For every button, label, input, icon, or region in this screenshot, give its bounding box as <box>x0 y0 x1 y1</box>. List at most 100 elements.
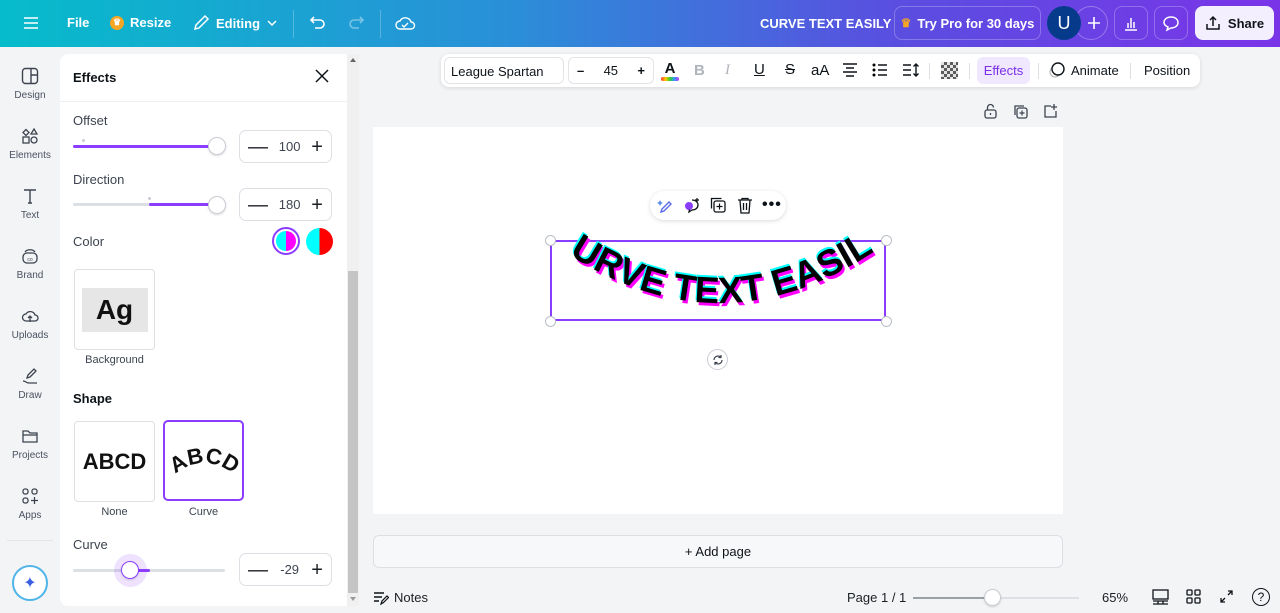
grid-view-button[interactable] <box>1186 589 1201 609</box>
rotate-handle[interactable] <box>707 349 728 370</box>
page-indicator[interactable]: Page 1 / 1 <box>847 590 906 605</box>
notes-button[interactable]: Notes <box>373 590 428 605</box>
curve-value-input[interactable]: -29 <box>280 562 299 577</box>
underline-button[interactable]: U <box>754 61 765 78</box>
offset-slider-knob[interactable] <box>208 137 226 155</box>
text-icon <box>24 189 36 204</box>
offset-slider-track[interactable] <box>73 145 218 148</box>
avatar[interactable]: U <box>1047 6 1081 40</box>
scroll-down-arrow[interactable] <box>350 597 356 601</box>
comments-button[interactable] <box>1154 6 1188 40</box>
italic-button[interactable]: I <box>725 62 730 79</box>
top-bar: File ♛ Resize Editing CURVE TEXT EASILY … <box>0 0 1280 47</box>
rainbow-bar <box>661 77 679 81</box>
rail-item-apps[interactable]: Apps <box>0 487 60 521</box>
rail-item-draw[interactable]: Draw <box>0 367 60 401</box>
offset-increment-button[interactable]: + <box>311 137 323 157</box>
divider <box>7 540 53 541</box>
strikethrough-button[interactable]: S <box>785 61 795 78</box>
magic-assistant-button[interactable]: ✦ <box>12 565 48 601</box>
direction-slider-knob[interactable] <box>208 196 226 214</box>
color-swatch-cyan-red[interactable] <box>306 228 333 255</box>
comment-add-button[interactable] <box>683 197 701 220</box>
resize-handle-bottom-right[interactable] <box>881 316 892 327</box>
rail-item-brand[interactable]: co Brand <box>0 247 60 281</box>
text-selection-box[interactable] <box>550 240 886 321</box>
letter-case-button[interactable]: aA <box>811 62 829 79</box>
shape-curve-tile[interactable]: ABCD <box>163 420 244 501</box>
direction-decrement-button[interactable]: — <box>248 195 268 215</box>
close-panel-button[interactable] <box>314 68 332 86</box>
sparkle-icon: ✦ <box>23 575 37 592</box>
alignment-button[interactable] <box>842 63 858 80</box>
rail-item-elements[interactable]: Elements <box>0 127 60 161</box>
share-button[interactable]: Share <box>1195 6 1274 40</box>
offset-decrement-button[interactable]: — <box>248 137 268 157</box>
file-menu[interactable]: File <box>67 15 89 30</box>
color-swatch-cyan-magenta[interactable] <box>272 227 300 255</box>
list-button[interactable] <box>872 63 888 80</box>
spacing-button[interactable] <box>902 63 920 80</box>
unlock-icon <box>984 103 997 119</box>
apps-icon <box>22 488 38 504</box>
shape-none-tile[interactable]: ABCD <box>74 421 155 502</box>
transparency-button[interactable] <box>941 62 958 79</box>
font-size-input[interactable]: 45 <box>604 63 618 78</box>
scrollbar-thumb[interactable] <box>348 271 358 593</box>
close-icon <box>315 69 329 83</box>
delete-element-button[interactable] <box>737 197 753 219</box>
rail-item-design[interactable]: Design <box>0 67 60 101</box>
background-effect-tile[interactable]: Ag <box>74 269 155 350</box>
zoom-slider-fill <box>913 597 991 599</box>
offset-stepper: — 100 + <box>239 130 332 163</box>
zoom-level[interactable]: 65% <box>1102 590 1128 605</box>
add-page-button[interactable]: + Add page <box>373 535 1063 568</box>
font-size-decrease-button[interactable]: – <box>577 63 584 78</box>
more-options-button[interactable]: ••• <box>762 196 782 214</box>
bold-button[interactable]: B <box>694 62 705 79</box>
rail-item-uploads[interactable]: Uploads <box>0 307 60 341</box>
swatch-fill <box>276 231 296 251</box>
text-color-button[interactable]: A <box>661 60 679 82</box>
duplicate-page-button[interactable] <box>1013 104 1028 124</box>
magic-edit-button[interactable] <box>657 197 675 220</box>
menu-button[interactable] <box>22 15 40 31</box>
try-pro-button[interactable]: ♛ Try Pro for 30 days <box>894 6 1041 40</box>
scroll-up-arrow[interactable] <box>350 58 356 62</box>
lock-page-button[interactable] <box>983 103 998 124</box>
help-button[interactable]: ? <box>1252 588 1270 606</box>
font-family-dropdown[interactable]: League Spartan <box>444 57 564 84</box>
font-size-increase-button[interactable]: + <box>637 63 645 78</box>
direction-value-input[interactable]: 180 <box>279 197 301 212</box>
resize-handle-top-left[interactable] <box>545 235 556 246</box>
fullscreen-button[interactable] <box>1219 589 1234 609</box>
resize-handle-bottom-left[interactable] <box>545 316 556 327</box>
insights-button[interactable] <box>1114 6 1148 40</box>
layout-icon <box>21 67 39 85</box>
curve-slider-knob[interactable] <box>121 561 139 579</box>
rail-item-projects[interactable]: Projects <box>0 427 60 461</box>
zoom-slider[interactable] <box>913 589 1079 606</box>
panel-scrollbar[interactable] <box>347 54 359 606</box>
rail-item-text[interactable]: Text <box>0 187 60 221</box>
duplicate-element-button[interactable] <box>710 197 726 218</box>
resize-button[interactable]: ♛ Resize <box>110 15 171 30</box>
position-button[interactable]: Position <box>1144 63 1190 78</box>
page-view-button[interactable] <box>1152 589 1169 610</box>
curve-preview-icon: ABCD <box>169 442 239 477</box>
cloud-save-status[interactable] <box>394 12 416 34</box>
zoom-slider-knob[interactable] <box>984 589 1001 606</box>
animate-button[interactable]: Animate <box>1048 61 1119 79</box>
add-page-icon-button[interactable] <box>1043 103 1058 124</box>
effects-button[interactable]: Effects <box>977 57 1030 84</box>
editing-mode-dropdown[interactable]: Editing <box>192 14 278 32</box>
undo-button[interactable] <box>308 13 328 33</box>
curve-increment-button[interactable]: + <box>311 560 323 580</box>
redo-button[interactable] <box>346 13 366 33</box>
design-canvas[interactable]: ••• CURVE TEXT EASILY CURVE TEXT EASILY … <box>373 127 1063 514</box>
document-title[interactable]: CURVE TEXT EASILY <box>760 16 891 31</box>
curve-decrement-button[interactable]: — <box>248 560 268 580</box>
offset-value-input[interactable]: 100 <box>279 139 301 154</box>
resize-handle-top-right[interactable] <box>881 235 892 246</box>
direction-increment-button[interactable]: + <box>311 195 323 215</box>
